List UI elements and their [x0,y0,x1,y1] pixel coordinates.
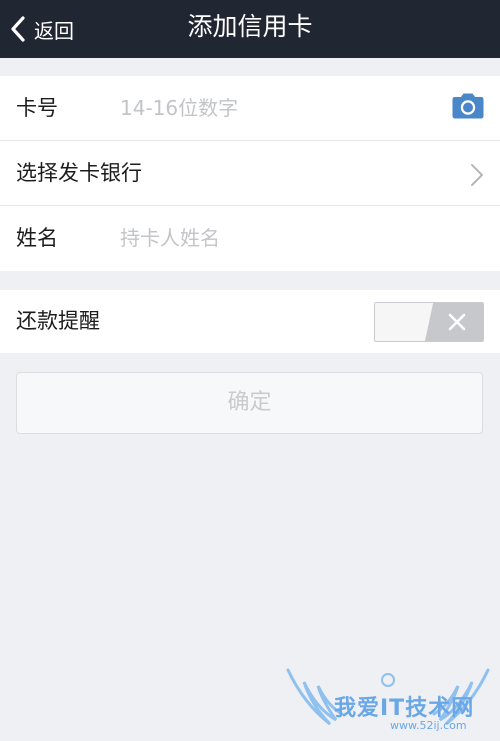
cardholder-name-row: 姓名 [0,206,500,271]
navbar: 返回 添加信用卡 [0,0,500,58]
page-title: 添加信用卡 [187,12,313,41]
watermark-text: 我爱IT技术网 [334,696,475,721]
confirm-button[interactable]: 确定 [16,372,483,434]
card-number-input[interactable] [120,88,420,128]
cardholder-name-label: 姓名 [16,226,58,250]
camera-icon[interactable] [452,93,484,119]
cardholder-name-input[interactable] [120,218,420,258]
chevron-right-icon [471,164,483,186]
card-number-row: 卡号 [0,76,500,141]
repayment-reminder-toggle[interactable] [374,302,484,342]
select-bank-row[interactable]: 选择发卡银行 [0,141,500,206]
watermark-url: www.52ij.com [390,719,467,732]
select-bank-label: 选择发卡银行 [16,161,142,185]
close-icon [448,313,466,331]
repayment-reminder-label: 还款提醒 [16,309,100,333]
card-number-label: 卡号 [16,96,58,120]
card-form: 卡号 选择发卡银行 姓名 [0,76,500,271]
